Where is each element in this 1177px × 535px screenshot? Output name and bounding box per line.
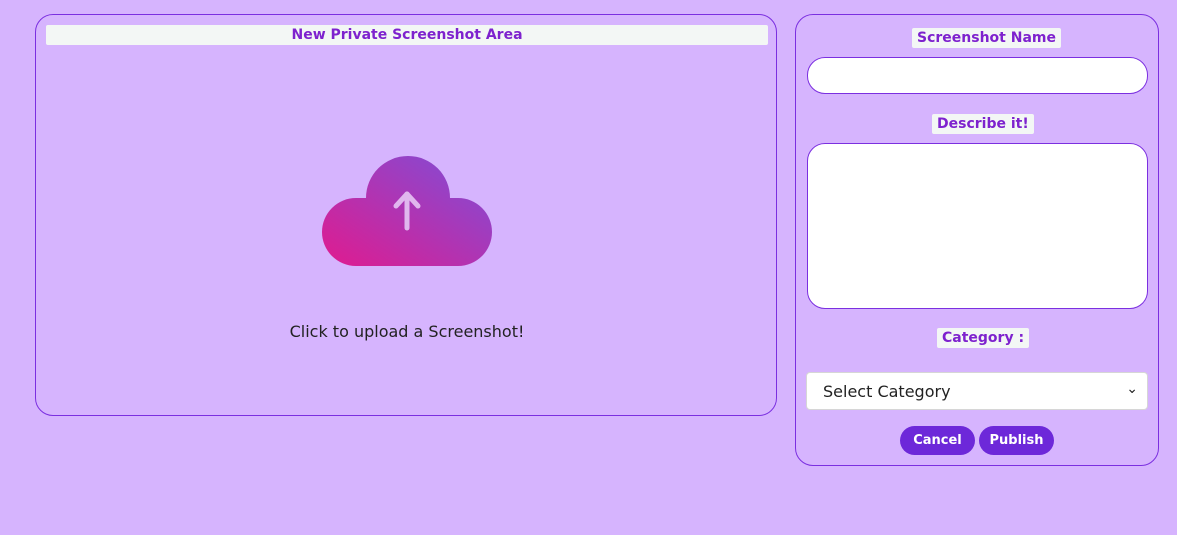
description-label: Describe it! — [932, 114, 1034, 134]
publish-button[interactable]: Publish — [979, 426, 1054, 455]
upload-prompt[interactable]: Click to upload a Screenshot! — [36, 322, 778, 341]
cancel-button[interactable]: Cancel — [900, 426, 975, 455]
category-select-value: Select Category — [823, 382, 951, 401]
category-select[interactable]: Select Category ⌄ — [806, 372, 1148, 410]
area-title: New Private Screenshot Area — [46, 25, 768, 45]
screenshot-name-label: Screenshot Name — [912, 28, 1061, 48]
description-textarea[interactable] — [807, 143, 1148, 309]
category-label: Category : — [937, 328, 1030, 348]
upload-panel[interactable]: New Private Screenshot Area Click to upl… — [35, 14, 777, 416]
form-panel: Screenshot Name Describe it! Category : … — [795, 14, 1159, 466]
screenshot-name-input[interactable] — [807, 57, 1148, 94]
chevron-down-icon: ⌄ — [1126, 381, 1138, 397]
cloud-upload-icon[interactable] — [322, 156, 492, 266]
